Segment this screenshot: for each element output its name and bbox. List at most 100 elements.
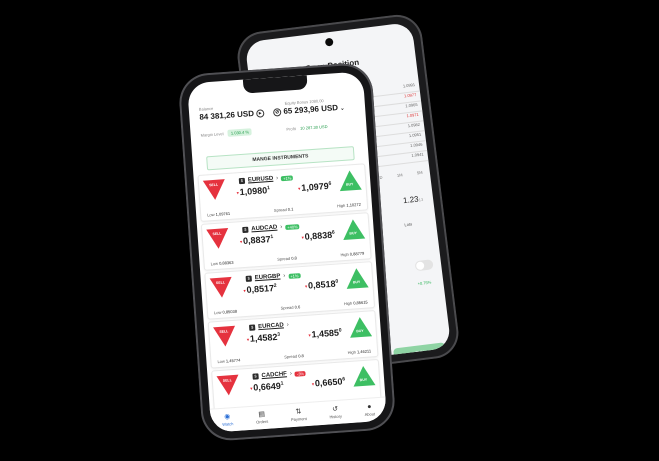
sell-label: SELL bbox=[222, 378, 232, 383]
symbol-name[interactable]: AUDCAD bbox=[251, 225, 277, 233]
back-price: 1.2313 bbox=[403, 194, 424, 205]
nav-item-watch[interactable]: ◉ Watch bbox=[222, 413, 234, 427]
buy-label: BUY bbox=[349, 231, 357, 236]
sell-price: ▼1,09801 bbox=[235, 185, 270, 197]
buy-price-sup: 0 bbox=[338, 327, 342, 334]
change-badge: +1% bbox=[288, 272, 301, 279]
low-stat: Low 0,85038 bbox=[214, 309, 237, 316]
sell-label: SELL bbox=[209, 182, 219, 188]
spread-value: 0.6 bbox=[294, 304, 301, 310]
toggle-switch[interactable] bbox=[414, 259, 434, 272]
buy-label: BUY bbox=[345, 182, 354, 187]
margin-badge: 1.030.4 % bbox=[227, 128, 253, 137]
buy-button[interactable] bbox=[345, 267, 369, 289]
buy-price-main: 0,6650 bbox=[314, 376, 343, 389]
sell-price: ▼0,85172 bbox=[242, 283, 277, 295]
chevron-right-icon[interactable]: › bbox=[290, 371, 292, 377]
symbol-row: $ EURCAD › bbox=[248, 322, 289, 331]
buy-price-sup: 6 bbox=[328, 180, 332, 187]
sell-price: ▼0,88371 bbox=[239, 234, 274, 246]
sell-label: SELL bbox=[219, 329, 229, 334]
symbol-row: $ CADCHF › -3% bbox=[252, 370, 307, 380]
change-badge: -3% bbox=[294, 370, 307, 377]
spread-label: Spread bbox=[273, 206, 287, 213]
camera-icon bbox=[324, 37, 334, 47]
high-label: High bbox=[336, 202, 346, 209]
buy-label: BUY bbox=[359, 377, 368, 383]
buy-button[interactable] bbox=[341, 218, 366, 241]
low-label: Low bbox=[213, 309, 222, 316]
nav-item-orders[interactable]: ▤ Orders bbox=[255, 411, 269, 425]
high-stat: High 0,88779 bbox=[340, 251, 364, 258]
buy-price: ▼1,45850 bbox=[307, 327, 342, 339]
chevron-right-icon[interactable]: › bbox=[287, 322, 289, 328]
tab-timeframe[interactable]: 1M bbox=[397, 172, 403, 178]
no-symbol-icon[interactable]: ⊘ bbox=[272, 107, 282, 117]
sell-price-sup: 1 bbox=[280, 380, 284, 387]
sell-price-main: 0,8837 bbox=[242, 234, 271, 247]
sell-price-sup: 3 bbox=[277, 331, 281, 338]
chevron-down-icon[interactable]: ⌄ bbox=[340, 106, 345, 112]
change-badge: +40% bbox=[285, 223, 300, 230]
high-value: 1,10272 bbox=[346, 201, 362, 208]
sell-price-sup: 1 bbox=[266, 185, 270, 192]
high-value: 1,46211 bbox=[356, 348, 372, 355]
nav-label: History bbox=[329, 413, 343, 420]
symbol-icon: $ bbox=[238, 177, 246, 185]
low-label: Low bbox=[217, 358, 225, 365]
spread-stat: Spread 0.1 bbox=[274, 206, 294, 212]
symbol-icon: $ bbox=[245, 275, 252, 282]
chevron-right-icon[interactable]: › bbox=[280, 224, 282, 230]
nav-label: Orders bbox=[255, 418, 269, 425]
buy-price-main: 1,4585 bbox=[311, 327, 340, 340]
chevron-right-icon[interactable]: › bbox=[283, 273, 285, 279]
sell-price-main: 0,8517 bbox=[246, 283, 275, 295]
buy-button[interactable] bbox=[338, 169, 362, 192]
low-value: 0,88363 bbox=[218, 259, 234, 266]
low-value: 1,09761 bbox=[215, 210, 231, 217]
symbol-name[interactable]: EURUSD bbox=[248, 176, 274, 184]
spread-stat: Spread 0.8 bbox=[284, 353, 304, 359]
high-value: 0,88779 bbox=[349, 250, 365, 257]
nav-item-history[interactable]: ↺ History bbox=[329, 406, 342, 420]
spread-stat: Spread 0.6 bbox=[280, 304, 300, 310]
price-sup: 13 bbox=[418, 196, 424, 203]
buy-button[interactable] bbox=[352, 365, 376, 387]
high-value: 0,85615 bbox=[353, 299, 368, 306]
play-icon[interactable]: ▸ bbox=[255, 109, 265, 118]
high-stat: High 1,10272 bbox=[337, 202, 361, 209]
buy-button[interactable]: BUY bbox=[393, 342, 447, 363]
buy-button[interactable] bbox=[348, 316, 373, 338]
low-stat: Low 1,09761 bbox=[207, 211, 230, 218]
symbol-name[interactable]: CADCHF bbox=[261, 371, 287, 379]
buy-price-main: 1,0979 bbox=[300, 180, 330, 193]
symbol-icon: $ bbox=[242, 226, 249, 234]
high-label: High bbox=[343, 300, 353, 307]
buy-price-sup: 6 bbox=[331, 229, 335, 236]
sell-label: SELL bbox=[215, 280, 226, 286]
symbol-name[interactable]: EURCAD bbox=[258, 322, 284, 330]
low-stat: Low 0,88363 bbox=[210, 260, 233, 267]
buy-price-main: 0,8838 bbox=[304, 229, 333, 242]
low-label: Low bbox=[210, 260, 219, 267]
high-stat: High 0,85615 bbox=[344, 300, 368, 307]
spread-label: Spread bbox=[277, 255, 291, 262]
nav-label: Watch bbox=[222, 421, 234, 427]
profit-value: 10 287.30 USD bbox=[300, 123, 328, 131]
high-label: High bbox=[347, 349, 357, 356]
sell-price: ▼1,45823 bbox=[246, 332, 281, 344]
buy-label: BUY bbox=[352, 279, 361, 285]
symbol-name[interactable]: EURGBP bbox=[255, 274, 281, 282]
instrument-list: SELL $ EURUSD › +1% ▼1,09801 ▼1,09796 BU… bbox=[197, 163, 382, 419]
buy-label: BUY bbox=[356, 328, 364, 334]
sell-price: ▼0,66491 bbox=[249, 381, 284, 393]
nav-item-payment[interactable]: ⇅ Payment bbox=[290, 408, 307, 422]
tab-timeframe[interactable]: 5M bbox=[417, 170, 423, 176]
spread-label: Spread bbox=[280, 304, 294, 311]
buy-price-main: 0,8518 bbox=[307, 278, 336, 291]
chevron-right-icon[interactable]: › bbox=[276, 175, 278, 181]
nav-item-about[interactable]: ● About bbox=[364, 403, 375, 416]
profit-label: Profit bbox=[286, 126, 296, 132]
sell-price-main: 1,4582 bbox=[249, 331, 278, 344]
spread-value: 0.1 bbox=[287, 206, 294, 212]
